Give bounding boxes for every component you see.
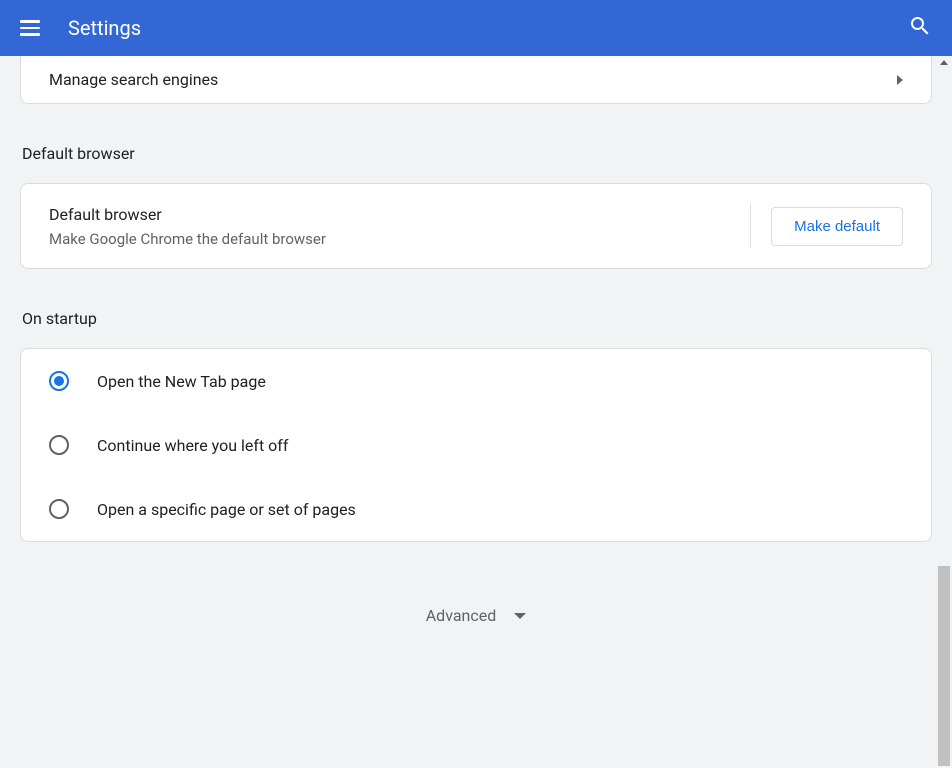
page-title: Settings: [68, 16, 908, 40]
search-engine-card: Manage search engines: [20, 56, 932, 104]
scroll-up-icon[interactable]: [940, 60, 948, 65]
settings-content: Manage search engines Default browser De…: [0, 56, 952, 768]
advanced-label: Advanced: [426, 606, 497, 625]
chevron-right-icon: [897, 75, 903, 85]
default-browser-sublabel: Make Google Chrome the default browser: [49, 230, 730, 248]
default-browser-text: Default browser Make Google Chrome the d…: [49, 205, 730, 248]
startup-option-specific-pages[interactable]: Open a specific page or set of pages: [21, 477, 931, 541]
divider: [750, 204, 751, 248]
advanced-toggle[interactable]: Advanced: [20, 566, 932, 685]
radio-icon[interactable]: [49, 435, 69, 455]
startup-option-label: Open the New Tab page: [97, 372, 266, 391]
manage-search-engines-row[interactable]: Manage search engines: [21, 56, 931, 103]
scroll-thumb[interactable]: [938, 566, 950, 766]
default-browser-row: Default browser Make Google Chrome the d…: [21, 184, 931, 268]
radio-icon[interactable]: [49, 371, 69, 391]
startup-option-continue[interactable]: Continue where you left off: [21, 413, 931, 477]
on-startup-section-title: On startup: [22, 309, 932, 328]
manage-search-engines-label: Manage search engines: [49, 70, 218, 89]
default-browser-card: Default browser Make Google Chrome the d…: [20, 183, 932, 269]
startup-option-new-tab[interactable]: Open the New Tab page: [21, 349, 931, 413]
startup-option-label: Open a specific page or set of pages: [97, 500, 356, 519]
menu-icon[interactable]: [20, 16, 44, 40]
default-browser-label: Default browser: [49, 205, 730, 224]
startup-option-label: Continue where you left off: [97, 436, 288, 455]
radio-icon[interactable]: [49, 499, 69, 519]
make-default-button[interactable]: Make default: [771, 207, 903, 246]
on-startup-card: Open the New Tab page Continue where you…: [20, 348, 932, 542]
scrollbar[interactable]: [936, 56, 952, 768]
default-browser-section-title: Default browser: [22, 144, 932, 163]
chevron-down-icon: [514, 613, 526, 619]
search-icon[interactable]: [908, 14, 932, 42]
app-header: Settings: [0, 0, 952, 56]
